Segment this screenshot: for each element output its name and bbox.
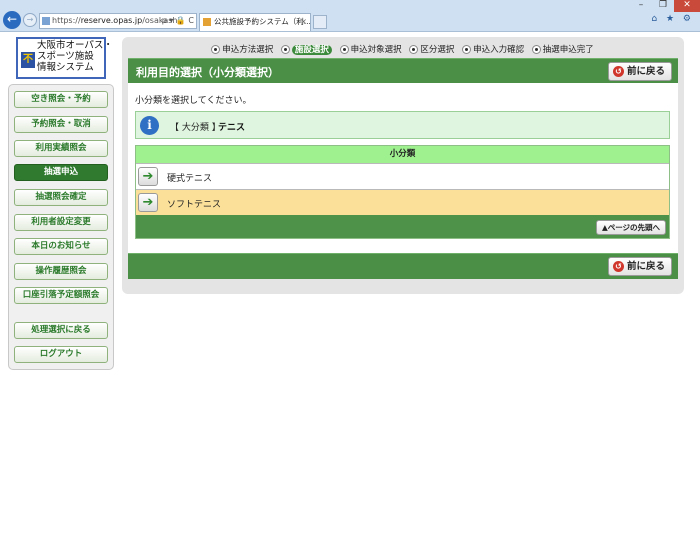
page-title: 利用目的選択（小分類選択） [136,66,279,79]
step-dot-icon [340,46,348,53]
sidebar-item-usage-history[interactable]: 利用実績照会 [14,140,108,157]
category-value: テニス [218,123,246,133]
step-dot-icon [532,46,540,53]
right-arrow-icon[interactable]: ➔ [138,193,158,212]
sidebar-item-lottery-confirm[interactable]: 抽選照会確定 [14,189,108,206]
step-label: 区分選択 [420,45,455,55]
window-controls: – ❐ ✕ [630,0,700,12]
right-arrow-icon[interactable]: ➔ [138,167,158,186]
step-label: 申込対象選択 [350,45,402,55]
step-1: 申込方法選択 [212,43,273,55]
step-2: 施設選択 [281,43,332,55]
step-3: 申込対象選択 [340,43,402,55]
subcategory-table: 小分類 ➔ 硬式テニス ➔ ソフトテニス ▲ページの先頭へ [135,145,670,239]
sidebar-item-user-settings[interactable]: 利用者設定変更 [14,214,108,231]
page-title-bar: 利用目的選択（小分類選択） ↺ 前に戻る [128,58,678,83]
tab-close-icon[interactable]: × [300,14,307,30]
address-tools-icons[interactable]: ρ ▾ 🔒 C [162,14,194,28]
tab-title: 公共施設予約システム（利... [214,17,311,26]
info-icon: i [140,116,159,135]
step-label: 申込方法選択 [222,45,274,55]
step-label: 申込入力確認 [473,45,525,55]
step-label: 抽選申込完了 [542,45,594,55]
back-button-top[interactable]: ↺ 前に戻る [608,62,672,81]
browser-tab[interactable]: 公共施設予約システム（利... × [199,13,311,31]
url-host: reserve.opas.jp [80,16,143,25]
logo-line-2: スポーツ施設 [37,51,94,62]
main-panel: 申込方法選択 施設選択 申込対象選択 区分選択 申込入力確認 抽選申込完了 利用… [122,37,684,294]
sidebar-item-availability[interactable]: 空き照会・予約 [14,91,108,108]
browser-forward-icon[interactable]: → [23,13,37,27]
sidebar-item-lottery-apply[interactable]: 抽選申込 [14,164,108,181]
table-row[interactable]: ➔ ソフトテニス [136,189,669,215]
option-label: ソフトテニス [167,200,222,210]
logo-text: 大阪市オーパス・ スポーツ施設 情報システム [37,40,113,73]
step-5: 申込入力確認 [463,43,524,55]
address-bar[interactable]: https://reserve.opas.jp/osakashi/ ρ ▾ 🔒 … [39,13,197,29]
new-tab-button[interactable] [313,15,327,29]
instruction-text: 小分類を選択してください。 [135,96,252,106]
step-label: 施設選択 [291,45,332,55]
sidebar-item-reservation-inquiry[interactable]: 予約照会・取消 [14,116,108,133]
progress-steps: 申込方法選択 施設選択 申込対象選択 区分選択 申込入力確認 抽選申込完了 [122,43,684,55]
step-dot-icon [281,46,289,53]
logo-line-1: 大阪市オーパス・ [37,40,113,51]
site-logo: 不 大阪市オーパス・ スポーツ施設 情報システム [16,37,113,79]
sidebar-item-debit-inquiry[interactable]: 口座引落予定額照会 [14,287,108,304]
sidebar-item-operation-history[interactable]: 操作履歴照会 [14,263,108,280]
category-info-box: i 【 大分類 】 テニス [135,111,670,139]
back-arrow-icon: ↺ [613,66,624,77]
back-arrow-icon: ↺ [613,261,624,272]
page-icon [42,17,50,25]
category-label: 【 大分類 】 [170,123,221,133]
sidebar-item-todays-notice[interactable]: 本日のお知らせ [14,238,108,255]
content-area: 小分類を選択してください。 i 【 大分類 】 テニス 小分類 ➔ 硬式テニス … [128,83,678,259]
page-top-button[interactable]: ▲ページの先頭へ [596,220,666,235]
sidebar-item-logout[interactable]: ログアウト [14,346,108,363]
step-dot-icon [410,46,418,53]
bottom-action-bar: ↺ 前に戻る [128,253,678,279]
close-window-button[interactable]: ✕ [674,0,700,12]
minimize-button[interactable]: – [630,0,652,12]
browser-chrome: – ❐ ✕ ← → https://reserve.opas.jp/osakas… [0,0,700,32]
step-dot-icon [463,46,471,53]
table-row[interactable]: ➔ 硬式テニス [136,163,669,189]
back-button-label: 前に戻る [627,261,666,272]
url-scheme: https:// [52,16,81,25]
step-dot-icon [212,46,220,53]
step-6: 抽選申込完了 [532,43,594,55]
back-button-bottom[interactable]: ↺ 前に戻る [608,257,672,276]
option-label: 硬式テニス [167,174,213,184]
step-4: 区分選択 [410,43,454,55]
sidebar-menu: 空き照会・予約 予約照会・取消 利用実績照会 抽選申込 抽選照会確定 利用者設定… [8,84,114,370]
browser-back-icon[interactable]: ← [3,11,21,29]
tab-favicon-icon [203,18,211,26]
back-button-label: 前に戻る [627,66,666,77]
logo-line-3: 情報システム [37,62,94,73]
osaka-emblem-icon: 不 [21,52,35,68]
maximize-button[interactable]: ❐ [652,0,674,12]
table-header: 小分類 [136,146,669,163]
browser-toolbar-icons[interactable]: ⌂ ★ ⚙ [651,14,694,24]
sidebar-item-back-to-menu[interactable]: 処理選択に戻る [14,322,108,339]
